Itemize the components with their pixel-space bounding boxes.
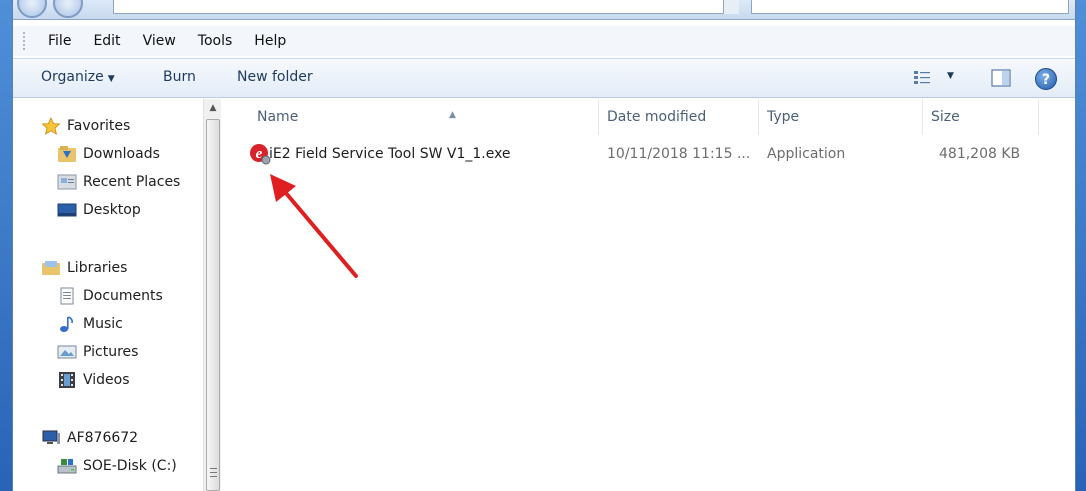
change-view-icon[interactable] <box>913 70 931 86</box>
organize-label: Organize <box>41 69 104 85</box>
menu-view[interactable]: View <box>132 33 187 49</box>
nav-item-recent-places[interactable]: Recent Places <box>57 171 180 193</box>
preview-pane-icon[interactable] <box>991 69 1011 87</box>
file-date: 10/11/2018 11:15 ... <box>607 146 751 162</box>
file-type: Application <box>767 146 846 162</box>
nav-item-music[interactable]: Music <box>57 313 123 335</box>
file-list-pane: Name ▲ Date modified Type Size e iE2 Fie… <box>223 99 1075 491</box>
menu-edit[interactable]: Edit <box>82 33 131 49</box>
nav-item-label: Pictures <box>83 344 139 360</box>
pictures-icon <box>57 345 77 359</box>
nav-item-videos[interactable]: Videos <box>57 369 130 391</box>
search-input[interactable] <box>751 0 1069 14</box>
column-header-date[interactable]: Date modified <box>599 99 759 135</box>
file-size: 481,208 KB <box>939 146 1021 162</box>
address-field[interactable] <box>113 0 733 14</box>
nav-computer-label: AF876672 <box>67 430 139 446</box>
menu-help[interactable]: Help <box>243 33 297 49</box>
menu-file[interactable]: File <box>37 33 82 49</box>
burn-button[interactable]: Burn <box>163 69 196 85</box>
annotation-arrow <box>270 174 358 278</box>
nav-item-documents[interactable]: Documents <box>57 285 163 307</box>
videos-icon <box>59 372 75 388</box>
menu-bar: File Edit View Tools Help <box>13 26 1075 56</box>
new-folder-button[interactable]: New folder <box>237 69 313 85</box>
file-name: iE2 Field Service Tool SW V1_1.exe <box>269 146 511 162</box>
nav-item-label: Desktop <box>83 202 141 218</box>
column-header-type[interactable]: Type <box>759 99 923 135</box>
nav-item-label: SOE-Disk (C:) <box>83 458 177 474</box>
column-header-label: Name <box>257 109 299 125</box>
menu-bar-grip <box>23 32 25 50</box>
desktop-icon <box>57 203 77 217</box>
nav-item-label: Music <box>83 316 123 332</box>
nav-item-desktop[interactable]: Desktop <box>57 199 141 221</box>
documents-icon <box>60 287 74 305</box>
nav-favorites[interactable]: Favorites <box>41 115 130 137</box>
column-header-name[interactable]: Name ▲ <box>249 99 599 135</box>
music-icon <box>60 316 73 332</box>
nav-item-downloads[interactable]: Downloads <box>57 143 160 165</box>
libraries-icon <box>42 261 60 275</box>
nav-favorites-label: Favorites <box>67 118 131 134</box>
recent-places-icon <box>57 174 77 190</box>
scroll-up-arrow-icon[interactable]: ▲ <box>204 99 222 117</box>
explorer-window: File Edit View Tools Help Organize ▼ Burn… <box>12 0 1076 491</box>
help-icon[interactable]: ? <box>1035 68 1057 90</box>
computer-icon <box>42 430 60 444</box>
drive-icon <box>57 459 77 474</box>
organize-button[interactable]: Organize ▼ <box>41 69 115 85</box>
star-icon <box>41 117 61 135</box>
address-dropdown-button[interactable] <box>723 0 739 14</box>
address-bar-strip <box>13 0 1075 20</box>
scroll-thumb-grip <box>210 468 217 477</box>
sort-up-icon: ▲ <box>449 110 456 120</box>
navigation-scrollbar[interactable]: ▲ <box>203 99 221 491</box>
application-e-icon: e <box>250 144 271 165</box>
chevron-down-icon: ▼ <box>107 74 115 84</box>
navigation-pane: Favorites Downloads Recent Places Deskto… <box>13 99 203 491</box>
nav-computer[interactable]: AF876672 <box>41 427 138 449</box>
command-bar: Organize ▼ Burn New folder ▼ ? <box>13 58 1075 98</box>
nav-item-soe-disk[interactable]: SOE-Disk (C:) <box>57 455 177 477</box>
forward-button[interactable] <box>53 0 83 18</box>
menu-tools[interactable]: Tools <box>187 33 244 49</box>
nav-item-label: Downloads <box>83 146 160 162</box>
column-header-size[interactable]: Size <box>923 99 1039 135</box>
nav-item-label: Documents <box>83 288 163 304</box>
back-button[interactable] <box>17 0 47 18</box>
downloads-folder-icon <box>58 146 76 162</box>
file-row[interactable]: e iE2 Field Service Tool SW V1_1.exe 10/… <box>249 143 1049 169</box>
nav-libraries-label: Libraries <box>67 260 128 276</box>
nav-item-label: Videos <box>83 372 130 388</box>
scroll-thumb[interactable] <box>206 119 220 491</box>
nav-libraries[interactable]: Libraries <box>41 257 127 279</box>
view-options-chevron-icon[interactable]: ▼ <box>947 71 954 81</box>
nav-item-pictures[interactable]: Pictures <box>57 341 138 363</box>
nav-item-label: Recent Places <box>83 174 181 190</box>
